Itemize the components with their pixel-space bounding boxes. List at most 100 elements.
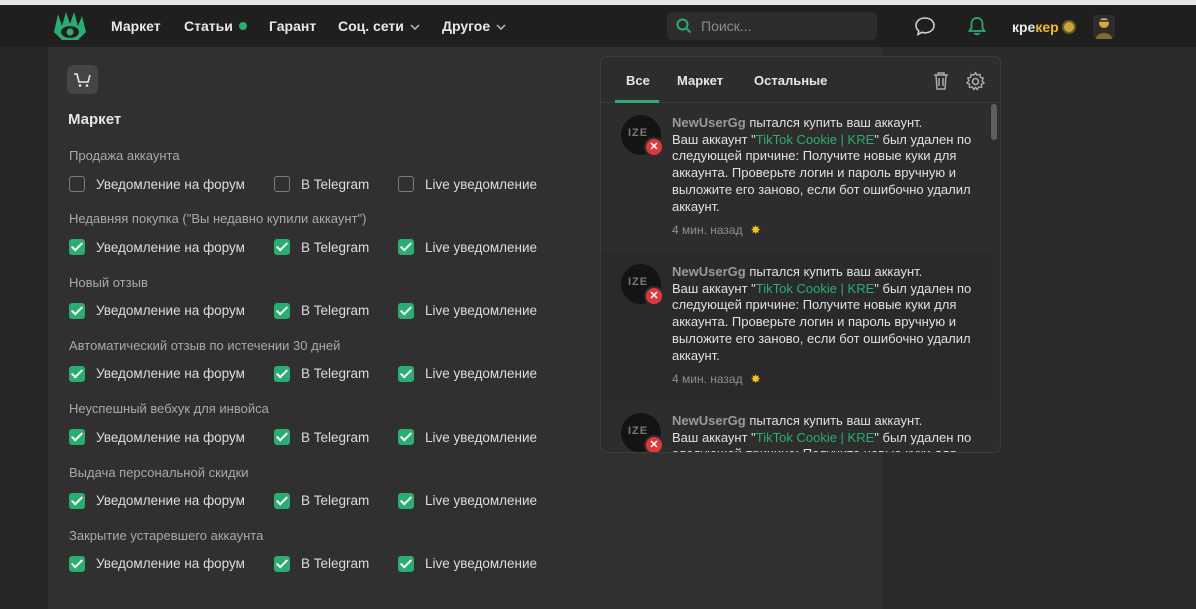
checkbox-checked[interactable] xyxy=(69,429,85,446)
search-icon xyxy=(676,18,692,34)
option-label: Live уведомление xyxy=(425,366,538,382)
username[interactable]: крекер xyxy=(1012,19,1076,35)
option-live[interactable]: Live уведомление xyxy=(398,492,537,510)
option-label: Live уведомление xyxy=(425,176,538,192)
checkbox-checked[interactable] xyxy=(398,302,414,319)
notification-body-pre: Ваш аккаунт " xyxy=(672,131,756,147)
group-title: Выдача персональной скидки xyxy=(69,464,249,480)
account-link[interactable]: TikTok Cookie | KRE xyxy=(756,281,875,296)
checkbox-checked[interactable] xyxy=(274,365,290,382)
option-label: Уведомление на форум xyxy=(96,303,245,319)
notifications-scrollbar[interactable] xyxy=(991,104,997,140)
bell-icon[interactable] xyxy=(966,15,988,37)
trash-icon[interactable] xyxy=(932,71,950,91)
option-label: Уведомление на форум xyxy=(96,176,245,192)
star-icon[interactable]: ✸ xyxy=(751,372,761,386)
messages-icon[interactable] xyxy=(914,15,936,37)
avatar-text: IZE xyxy=(628,276,649,288)
option-forum[interactable]: Уведомление на форум xyxy=(69,428,245,446)
account-link[interactable]: TikTok Cookie | KRE xyxy=(756,132,875,147)
star-icon[interactable]: ✸ xyxy=(751,223,761,237)
option-forum[interactable]: Уведомление на форум xyxy=(69,555,245,573)
search-input[interactable] xyxy=(701,16,871,36)
option-label: Live уведомление xyxy=(425,556,538,572)
option-telegram[interactable]: В Telegram xyxy=(274,428,369,446)
tab-market[interactable]: Маркет xyxy=(677,73,723,88)
notification-item[interactable]: IZE ✕ NewUserGg пытался купить ваш аккаунт… xyxy=(601,402,991,452)
option-label: Уведомление на форум xyxy=(96,429,245,445)
option-live[interactable]: Live уведомление xyxy=(398,428,537,446)
option-label: В Telegram xyxy=(301,429,370,445)
notification-item[interactable]: IZE ✕ NewUserGg пытался купить ваш аккаунт… xyxy=(601,104,991,252)
user-avatar[interactable] xyxy=(1093,15,1115,39)
tab-all[interactable]: Все xyxy=(626,73,650,88)
sender-username[interactable]: NewUserGg xyxy=(672,413,746,428)
option-telegram[interactable]: В Telegram xyxy=(274,302,369,320)
checkbox-unchecked[interactable] xyxy=(69,176,85,192)
checkbox-checked[interactable] xyxy=(69,239,85,256)
market-cart-button[interactable] xyxy=(67,65,98,94)
tab-other[interactable]: Остальные xyxy=(754,73,827,88)
gear-icon[interactable] xyxy=(965,71,986,92)
logo-icon[interactable] xyxy=(52,10,88,44)
checkbox-checked[interactable] xyxy=(69,555,85,572)
error-badge-icon: ✕ xyxy=(644,286,664,306)
checkbox-checked[interactable] xyxy=(274,555,290,572)
nav-other[interactable]: Другое xyxy=(442,18,506,34)
search-box[interactable] xyxy=(667,12,877,40)
checkbox-unchecked[interactable] xyxy=(274,176,290,192)
nav-articles[interactable]: Статьи xyxy=(184,18,247,34)
option-live[interactable]: Live уведомление xyxy=(398,365,537,383)
notification-item[interactable]: IZE ✕ NewUserGg пытался купить ваш аккаунт… xyxy=(601,253,991,401)
checkbox-checked[interactable] xyxy=(274,492,290,509)
badge-emoji-icon xyxy=(1061,20,1076,34)
checkbox-checked[interactable] xyxy=(69,302,85,319)
notification-action: пытался купить ваш аккаунт. xyxy=(745,413,923,428)
checkbox-checked[interactable] xyxy=(398,365,414,382)
option-forum[interactable]: Уведомление на форум xyxy=(69,175,245,193)
checkbox-checked[interactable] xyxy=(274,239,290,256)
option-label: Live уведомление xyxy=(425,429,538,445)
notification-body-pre: Ваш аккаунт " xyxy=(672,280,756,296)
option-label: Live уведомление xyxy=(425,239,538,255)
nav-guarantor[interactable]: Гарант xyxy=(269,18,316,34)
nav-social-label: Соц. сети xyxy=(338,18,404,34)
group-title: Неуспешный вебхук для инвойса xyxy=(69,401,269,417)
option-label: В Telegram xyxy=(301,556,370,572)
nav-market[interactable]: Маркет xyxy=(111,18,161,34)
checkbox-unchecked[interactable] xyxy=(398,176,414,192)
checkbox-checked[interactable] xyxy=(274,302,290,319)
option-telegram[interactable]: В Telegram xyxy=(274,555,369,573)
account-link[interactable]: TikTok Cookie | KRE xyxy=(756,430,875,445)
notification-time: 4 мин. назад ✸ xyxy=(672,223,761,237)
option-forum[interactable]: Уведомление на форум xyxy=(69,365,245,383)
nav-social[interactable]: Соц. сети xyxy=(338,18,420,34)
option-telegram[interactable]: В Telegram xyxy=(274,238,369,256)
option-telegram[interactable]: В Telegram xyxy=(274,492,369,510)
option-forum[interactable]: Уведомление на форум xyxy=(69,492,245,510)
checkbox-checked[interactable] xyxy=(398,555,414,572)
option-forum[interactable]: Уведомление на форум xyxy=(69,302,245,320)
option-live[interactable]: Live уведомление xyxy=(398,555,537,573)
option-telegram[interactable]: В Telegram xyxy=(274,175,369,193)
option-live[interactable]: Live уведомление xyxy=(398,238,537,256)
checkbox-checked[interactable] xyxy=(398,239,414,256)
avatar-text: IZE xyxy=(628,425,649,437)
chevron-down-icon xyxy=(410,24,420,30)
group-title: Недавняя покупка ("Вы недавно купили акк… xyxy=(69,211,367,227)
option-telegram[interactable]: В Telegram xyxy=(274,365,369,383)
checkbox-checked[interactable] xyxy=(398,429,414,446)
option-label: Уведомление на форум xyxy=(96,493,245,508)
option-label: Live уведомление xyxy=(425,493,538,508)
checkbox-checked[interactable] xyxy=(398,492,414,509)
checkbox-checked[interactable] xyxy=(274,429,290,446)
option-live[interactable]: Live уведомление xyxy=(398,302,537,320)
checkbox-checked[interactable] xyxy=(69,365,85,382)
option-forum[interactable]: Уведомление на форум xyxy=(69,238,245,256)
option-live[interactable]: Live уведомление xyxy=(398,175,537,193)
checkbox-checked[interactable] xyxy=(69,492,85,509)
sender-username[interactable]: NewUserGg xyxy=(672,264,746,279)
sender-username[interactable]: NewUserGg xyxy=(672,115,746,130)
section-title: Маркет xyxy=(68,111,122,128)
notification-text: NewUserGg пытался купить ваш аккаунт. Ваш… xyxy=(672,264,990,364)
